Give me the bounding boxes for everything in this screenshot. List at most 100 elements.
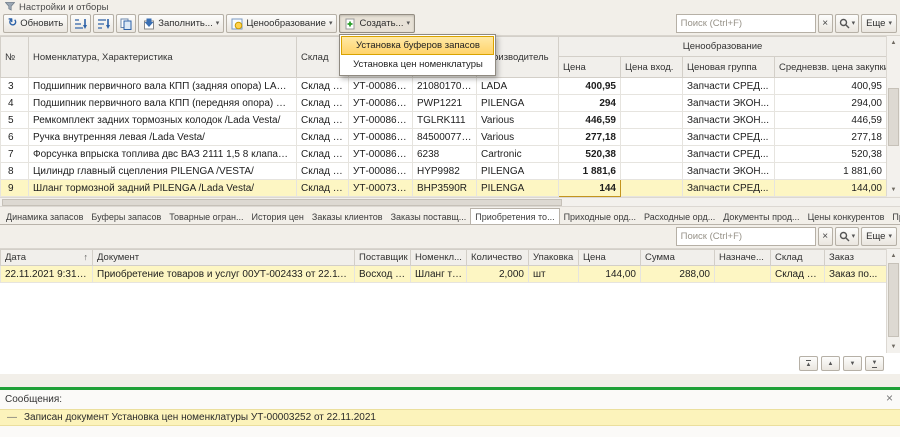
cell-price[interactable]: 144,00	[579, 266, 641, 283]
cell-nomenclature[interactable]: Подшипник первичного вала КПП (задняя оп…	[29, 78, 297, 95]
table-row-selected[interactable]: 9 Шланг тормозной задний PILENGA /Lada V…	[1, 180, 887, 197]
cell-price-group[interactable]: Запчасти ЭКОН...	[683, 163, 775, 180]
table-row[interactable]: 5 Ремкомплект задних тормозных колодок /…	[1, 112, 887, 129]
cell-nomenclature[interactable]: Подшипник первичного вала КПП (передняя …	[29, 95, 297, 112]
cell-price-in[interactable]	[621, 129, 683, 146]
cell-manufacturer[interactable]: Various	[477, 112, 559, 129]
scroll-up-icon[interactable]: ▲	[887, 36, 900, 49]
column-header-price[interactable]: Цена	[579, 250, 641, 266]
cell-manufacturer[interactable]: Cartronic	[477, 146, 559, 163]
cell-article[interactable]: 21080170103300	[413, 78, 477, 95]
cell-date[interactable]: 22.11.2021 9:31:28	[1, 266, 93, 283]
cell-code[interactable]: УТ-00086455	[349, 112, 413, 129]
column-header-supplier[interactable]: Поставщик	[355, 250, 411, 266]
cell-price-group[interactable]: Запчасти ЭКОН...	[683, 95, 775, 112]
cell-price[interactable]: 1 881,6	[559, 163, 621, 180]
cell-article[interactable]: TGLRK111	[413, 112, 477, 129]
cell-document[interactable]: Приобретение товаров и услуг 00УТ-002433…	[93, 266, 355, 283]
cell-quantity[interactable]: 2,000	[467, 266, 529, 283]
scrollbar-thumb[interactable]	[888, 263, 899, 337]
cell-warehouse[interactable]: Склад М3	[297, 129, 349, 146]
column-header-price-in[interactable]: Цена вход.	[621, 57, 683, 78]
column-header-purpose[interactable]: Назначе...	[715, 250, 771, 266]
cell-price[interactable]: 400,95	[559, 78, 621, 95]
cell-price[interactable]: 294	[559, 95, 621, 112]
next-page-button[interactable]: ▼	[843, 356, 862, 371]
column-header-sum[interactable]: Сумма	[641, 250, 715, 266]
tab-acquisitions[interactable]: Приобретения то...	[470, 208, 559, 225]
cell-warehouse[interactable]: Склад М3	[297, 146, 349, 163]
detail-search-options-button[interactable]: ▾	[835, 227, 860, 246]
cell-price[interactable]: 446,59	[559, 112, 621, 129]
cell-package[interactable]: шт	[529, 266, 579, 283]
column-header-date[interactable]: Дата↑	[1, 250, 93, 266]
detail-search-input[interactable]	[681, 231, 811, 242]
column-header-order[interactable]: Заказ	[825, 250, 887, 266]
create-button[interactable]: Создать... ▾ Установка буферов запасов У…	[339, 14, 415, 33]
cell-article[interactable]: 6238	[413, 146, 477, 163]
cell-price-editing[interactable]: 144	[559, 180, 621, 197]
tab-receipt-orders[interactable]: Приходные орд...	[560, 210, 640, 224]
cell-price-group[interactable]: Запчасти СРЕД...	[683, 146, 775, 163]
go-to-first-button[interactable]: ▲	[799, 356, 818, 371]
cell-code[interactable]: УТ-00086464	[349, 129, 413, 146]
scroll-up-icon[interactable]: ▲	[887, 249, 900, 262]
table-row[interactable]: 6 Ручка внутренняя левая /Lada Vesta/ Ск…	[1, 129, 887, 146]
cell-num[interactable]: 9	[1, 180, 29, 197]
message-item[interactable]: — Записан документ Установка цен номенкл…	[0, 409, 900, 426]
tab-price-history[interactable]: История цен	[247, 210, 307, 224]
pricing-button[interactable]: Ценообразование ▾	[226, 14, 337, 33]
cell-warehouse[interactable]: Склад М3	[297, 95, 349, 112]
cell-nomenclature[interactable]: Ручка внутренняя левая /Lada Vesta/	[29, 129, 297, 146]
cell-price-group[interactable]: Запчасти СРЕД...	[683, 129, 775, 146]
settings-link[interactable]: Настройки и отборы	[19, 2, 108, 13]
cell-code[interactable]: УТ-00086475	[349, 95, 413, 112]
cell-article[interactable]: BHP3590R	[413, 180, 477, 197]
cell-code[interactable]: УТ-00086458	[349, 163, 413, 180]
column-header-document[interactable]: Документ	[93, 250, 355, 266]
cell-price[interactable]: 520,38	[559, 146, 621, 163]
cell-code[interactable]: УТ-00086926	[349, 146, 413, 163]
cell-price-in[interactable]	[621, 146, 683, 163]
cell-article[interactable]: PWP1221	[413, 95, 477, 112]
cell-num[interactable]: 5	[1, 112, 29, 129]
cell-manufacturer[interactable]: Various	[477, 129, 559, 146]
cell-nomenclature[interactable]: Ремкомплект задних тормозных колодок /La…	[29, 112, 297, 129]
cell-warehouse[interactable]: Склад М3	[297, 112, 349, 129]
cell-num[interactable]: 8	[1, 163, 29, 180]
tab-offers[interactable]: Предложения по...	[888, 210, 900, 224]
cell-price-in[interactable]	[621, 163, 683, 180]
sort-asc-button[interactable]	[70, 14, 91, 33]
cell-nomenclature[interactable]: Форсунка впрыска топлива двс ВАЗ 2111 1,…	[29, 146, 297, 163]
cell-num[interactable]: 3	[1, 78, 29, 95]
cell-price[interactable]: 277,18	[559, 129, 621, 146]
go-to-last-button[interactable]: ▼	[865, 356, 884, 371]
scrollbar-thumb[interactable]	[888, 88, 899, 146]
tab-expense-orders[interactable]: Расходные орд...	[640, 210, 719, 224]
tab-product-restrictions[interactable]: Товарные огран...	[165, 210, 247, 224]
cell-num[interactable]: 6	[1, 129, 29, 146]
table-row[interactable]: 4 Подшипник первичного вала КПП (передня…	[1, 95, 887, 112]
cell-price-in[interactable]	[621, 95, 683, 112]
menu-item-set-stock-buffers[interactable]: Установка буферов запасов	[341, 36, 494, 55]
fill-button[interactable]: Заполнить... ▾	[138, 14, 224, 33]
cell-avg-price[interactable]: 144,00	[775, 180, 887, 197]
cell-avg-price[interactable]: 400,95	[775, 78, 887, 95]
column-header-price-category[interactable]: Ценовая группа	[683, 57, 775, 78]
cell-article[interactable]: HYP9982	[413, 163, 477, 180]
table-row[interactable]: 3 Подшипник первичного вала КПП (задняя …	[1, 78, 887, 95]
table-row[interactable]: 7 Форсунка впрыска топлива двс ВАЗ 2111 …	[1, 146, 887, 163]
menu-item-set-item-prices[interactable]: Установка цен номенклатуры	[341, 55, 494, 74]
cell-avg-price[interactable]: 520,38	[775, 146, 887, 163]
search-options-button[interactable]: ▾	[835, 14, 860, 33]
detail-grid-vertical-scrollbar[interactable]: ▲ ▼	[886, 249, 900, 353]
copy-button[interactable]	[116, 14, 136, 33]
column-header-avg-price[interactable]: Средневзв. цена закупки	[775, 57, 887, 78]
scroll-down-icon[interactable]: ▼	[887, 183, 900, 196]
tab-stock-dynamics[interactable]: Динамика запасов	[2, 210, 87, 224]
detail-search-clear-button[interactable]: ×	[818, 227, 833, 246]
cell-manufacturer[interactable]: LADA	[477, 78, 559, 95]
column-header-price[interactable]: Цена	[559, 57, 621, 78]
cell-purpose[interactable]	[715, 266, 771, 283]
sort-desc-button[interactable]	[93, 14, 114, 33]
